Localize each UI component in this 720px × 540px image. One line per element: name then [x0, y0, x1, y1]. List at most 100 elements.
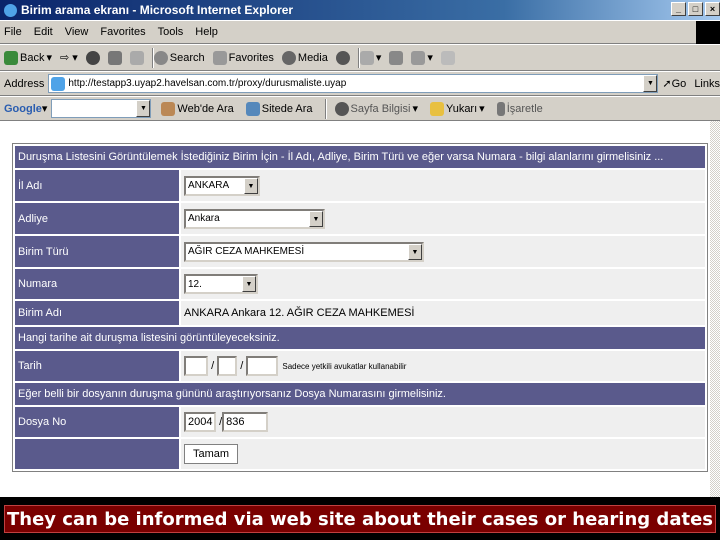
address-label: Address: [4, 77, 45, 90]
web-search-button[interactable]: Web'de Ara: [161, 101, 234, 116]
history-button[interactable]: [335, 50, 350, 65]
links-button[interactable]: Links: [694, 78, 720, 90]
dropdown-icon[interactable]: ▼: [408, 243, 422, 260]
menu-help[interactable]: Help: [195, 26, 218, 38]
empty-label: [15, 439, 179, 469]
tarih-year-input[interactable]: [246, 356, 279, 376]
google-search-input[interactable]: ▼: [51, 99, 152, 118]
info-icon: [334, 101, 349, 116]
mail-button[interactable]: ▾: [359, 50, 381, 65]
menu-edit[interactable]: Edit: [34, 26, 53, 38]
address-input[interactable]: http://testapp3.uyap2.havelsan.com.tr/pr…: [48, 74, 659, 93]
menu-view[interactable]: View: [65, 26, 89, 38]
media-button[interactable]: Media: [281, 50, 328, 65]
search-icon: [153, 50, 168, 65]
highlight-label: İşaretle: [506, 102, 543, 115]
go-label: Go: [671, 78, 687, 90]
google-toolbar: Google ▾ ▼ Web'de Ara Sitede Ara Sayfa Bi…: [0, 96, 720, 121]
highlight-button[interactable]: İşaretle: [496, 101, 543, 116]
numara-label: Numara: [15, 269, 179, 299]
form-header-date: Hangi tarihe ait duruşma listesini görün…: [15, 327, 705, 349]
il-select[interactable]: ANKARA ▼: [184, 175, 260, 196]
dosya-year-input[interactable]: 2004: [184, 412, 216, 432]
il-value: ANKARA: [188, 180, 230, 191]
birim-turu-select[interactable]: AĞIR CEZA MAHKEMESİ ▼: [184, 241, 424, 262]
separator: [324, 98, 327, 119]
google-logo[interactable]: Google: [4, 103, 42, 115]
highlighter-icon: [496, 101, 505, 116]
favorites-icon: [212, 50, 227, 65]
address-dropdown-icon[interactable]: ▼: [643, 75, 658, 92]
forward-button[interactable]: ⇨ ▾: [60, 51, 78, 64]
up-button[interactable]: Yukarı ▾: [429, 101, 485, 116]
back-label: Back: [20, 51, 45, 64]
stop-button[interactable]: [85, 50, 100, 65]
dropdown-icon[interactable]: ▼: [136, 100, 151, 117]
form-header-unit: Duruşma Listesini Görüntülemek İstediğin…: [15, 146, 705, 168]
favorites-label: Favorites: [228, 51, 274, 64]
site-search-button[interactable]: Sitede Ara: [245, 101, 313, 116]
dosya-number-input[interactable]: 836: [222, 412, 269, 432]
numara-value: 12.: [188, 278, 202, 290]
dosya-label: Dosya No: [15, 407, 179, 437]
birim-turu-label: Birim Türü: [15, 236, 179, 267]
ie-icon: [4, 3, 17, 17]
menu-tools[interactable]: Tools: [158, 26, 184, 38]
up-icon: [429, 101, 444, 116]
home-button[interactable]: [129, 50, 144, 65]
stop-icon: [85, 50, 100, 65]
print-button[interactable]: [389, 50, 404, 65]
date-separator: /: [240, 359, 244, 372]
back-arrow-icon: [4, 50, 18, 65]
il-label: İl Adı: [15, 170, 179, 201]
menu-favorites[interactable]: Favorites: [100, 26, 145, 38]
maximize-button[interactable]: □: [688, 2, 703, 16]
page-info-button[interactable]: Sayfa Bilgisi ▾: [334, 101, 418, 116]
dropdown-icon[interactable]: ▼: [244, 177, 258, 194]
media-icon: [281, 50, 296, 65]
menu-bar: File Edit View Favorites Tools Help: [0, 20, 720, 44]
search-button[interactable]: Search: [153, 50, 205, 65]
mail-icon: [359, 50, 374, 65]
web-search-icon: [161, 101, 176, 116]
back-button[interactable]: Back ▾: [4, 50, 52, 65]
dropdown-icon[interactable]: ▼: [309, 210, 323, 227]
tarih-label: Tarih: [15, 351, 179, 381]
site-search-icon: [245, 101, 260, 116]
address-url: http://testapp3.uyap2.havelsan.com.tr/pr…: [68, 78, 347, 89]
print-icon: [389, 50, 404, 65]
media-label: Media: [297, 51, 328, 64]
edit-icon: [411, 50, 426, 65]
search-form: Duruşma Listesini Görüntülemek İstediğin…: [12, 143, 708, 472]
web-search-label: Web'de Ara: [177, 102, 234, 115]
toolbar: Back ▾ ⇨ ▾ Search Favorites Media ▾ ▾: [0, 44, 720, 71]
window-title: Birim arama ekranı - Microsoft Internet …: [21, 3, 294, 17]
submit-button[interactable]: Tamam: [184, 444, 239, 464]
search-label: Search: [169, 51, 205, 64]
discuss-button[interactable]: [440, 50, 455, 65]
tarih-month-input[interactable]: [217, 356, 238, 376]
birim-turu-value: AĞIR CEZA MAHKEMESİ: [188, 246, 305, 257]
address-bar: Address http://testapp3.uyap2.havelsan.c…: [0, 71, 720, 96]
tarih-day-input[interactable]: [184, 356, 208, 376]
refresh-button[interactable]: [107, 50, 122, 65]
birim-adi-label: Birim Adı: [15, 301, 179, 325]
close-button[interactable]: ×: [705, 2, 720, 16]
favorites-button[interactable]: Favorites: [212, 50, 274, 65]
birim-adi-value: ANKARA Ankara 12. AĞIR CEZA MAHKEMESİ: [181, 301, 705, 325]
history-icon: [335, 50, 350, 65]
go-button[interactable]: ➚Go: [662, 77, 686, 90]
scrollbar[interactable]: [710, 121, 720, 497]
page-info-label: Sayfa Bilgisi: [350, 102, 411, 115]
up-label: Yukarı: [445, 102, 478, 115]
refresh-icon: [107, 50, 122, 65]
edit-button[interactable]: ▾: [411, 50, 433, 65]
minimize-button[interactable]: _: [671, 2, 686, 16]
windows-logo: [696, 21, 720, 44]
adliye-select[interactable]: Ankara ▼: [184, 208, 325, 229]
adliye-label: Adliye: [15, 203, 179, 234]
tarih-note: Sadece yetkili avukatlar kullanabilir: [282, 361, 407, 371]
numara-select[interactable]: 12. ▼: [184, 274, 258, 294]
dropdown-icon[interactable]: ▼: [242, 276, 256, 292]
menu-file[interactable]: File: [4, 26, 22, 38]
